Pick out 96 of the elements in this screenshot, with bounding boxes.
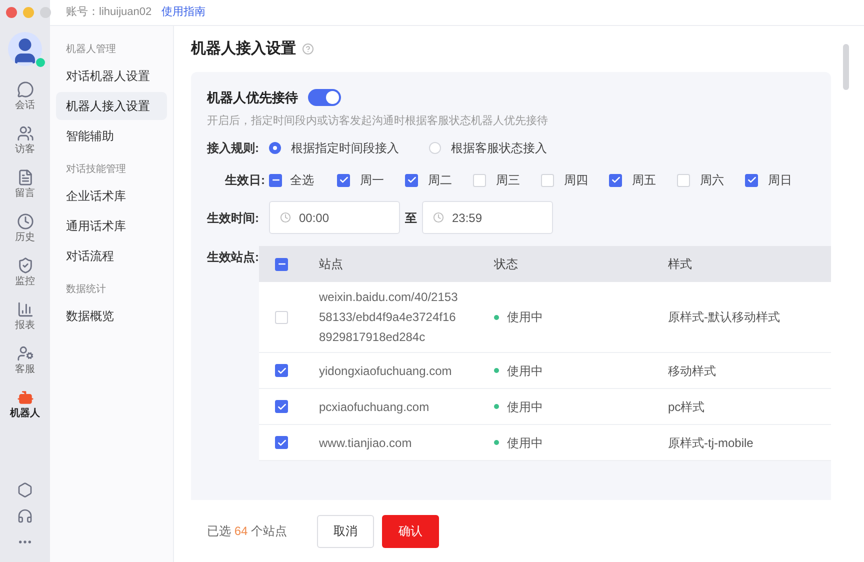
settings-icon[interactable] [17,482,33,498]
checkbox-label: 全选 [290,172,314,189]
users-icon [16,124,34,142]
checkbox[interactable] [275,310,288,324]
page-title: 机器人接入设置 [191,38,296,59]
sidebar-group-title: 对话技能管理 [65,162,127,176]
rail-nav-item[interactable]: 历史 [3,209,47,247]
guide-link[interactable]: 使用指南 [162,4,206,21]
site-url: yidongxiaofuchuang.com [319,362,453,380]
selected-count-text: 已选 64 个站点 [207,523,288,540]
priority-description: 开启后，指定时间段内或访客发起沟通时根据客服状态机器人优先接待 [207,114,549,128]
scrollbar [843,44,849,90]
headset-icon[interactable] [17,508,33,524]
sidebar-item[interactable]: 机器人接入设置 [56,92,167,120]
checkbox-label: 周四 [564,172,588,189]
radio-label: 根据客服状态接入 [451,140,547,157]
site-url: www.tianjiao.com [319,434,413,452]
end-time-field[interactable]: 23:59 [422,201,553,234]
bar-chart-icon [16,300,34,318]
status-text: 使用中 [507,309,543,326]
check-icon [276,402,286,412]
checkbox-label: 周二 [428,172,452,189]
clock-icon [280,212,291,223]
sidebar-item[interactable]: 对话机器人设置 [56,62,167,90]
column-header: 样式 [668,256,693,273]
style-name: 原样式-默认移动样式 [668,309,780,326]
checkbox[interactable] [541,174,554,186]
check-icon [338,175,348,185]
column-header: 状态 [494,256,519,273]
user-icon [16,344,34,362]
check-icon [276,438,286,448]
start-time-field[interactable]: 00:00 [269,201,400,234]
rail-nav-item[interactable]: 客服 [3,341,47,379]
style-name: 原样式-tj-mobile [668,434,754,452]
checkbox[interactable] [677,174,690,186]
rail-nav-item[interactable]: 访客 [3,121,47,159]
check-icon [610,175,620,185]
time-separator: 至 [405,210,417,226]
style-name: pc样式 [668,398,705,416]
checkbox[interactable] [609,174,622,186]
checkbox[interactable] [473,174,486,186]
checkbox[interactable] [275,364,288,377]
rail-nav-item[interactable]: 机器人 [3,385,47,423]
priority-label: 机器人优先接待 [207,89,298,107]
checkbox[interactable] [275,436,288,449]
cancel-button[interactable]: 取消 [317,514,374,548]
checkbox[interactable] [745,174,758,186]
check-icon [406,175,416,185]
sidebar-group-title: 机器人管理 [65,42,117,56]
account-label: 账号：lihuijuan02 [66,5,152,20]
rule-label: 接入规则: [207,140,260,157]
checkbox-label: 周五 [632,172,656,189]
sidebar-item[interactable]: 对话流程 [56,242,167,270]
checkbox[interactable] [405,174,418,186]
checkbox[interactable] [275,258,288,270]
time-label: 生效时间: [207,210,260,226]
status-text: 使用中 [507,434,543,452]
radio-button[interactable] [429,142,441,154]
chat-icon [16,80,34,98]
sidebar-item[interactable]: 通用话术库 [56,212,167,240]
close-window-button[interactable] [6,7,17,18]
checkbox-label: 周一 [360,172,384,189]
sidebar-item[interactable]: 数据概览 [56,302,167,330]
checkbox-label: 周日 [768,172,792,189]
radio-label: 根据指定时间段接入 [291,140,399,157]
sidebar-item[interactable]: 智能辅助 [56,122,167,150]
clock-icon [16,212,34,230]
status-text: 使用中 [507,362,543,380]
avatar[interactable] [8,32,42,66]
note-icon [16,168,34,186]
site-url: pcxiaofuchuang.com [319,398,430,416]
sites-label: 生效站点: [207,249,259,266]
checkbox-label: 周六 [700,172,724,189]
checkbox[interactable] [337,174,350,186]
check-icon [276,366,286,376]
checkbox[interactable] [275,400,288,413]
confirm-button[interactable]: 确认 [382,514,440,548]
rail-nav-item[interactable]: 监控 [3,253,47,291]
site-url: weixin.baidu.com/40/215358133/ebd4f9a4e3724f168929817918ed284c [319,289,459,346]
sidebar-item[interactable]: 企业话术库 [56,182,167,210]
robot-icon [16,388,34,406]
status-text: 使用中 [507,398,543,416]
rail-nav-item[interactable]: 报表 [3,297,47,335]
rail-nav-item[interactable]: 会话 [3,77,47,115]
radio-button[interactable] [269,142,281,154]
sidebar-group-title: 数据统计 [65,282,107,296]
toggle-switch[interactable] [308,89,341,106]
checkbox[interactable] [269,174,282,186]
check-icon [746,175,756,185]
clock-icon [433,212,444,223]
style-name: 移动样式 [668,362,716,380]
rail-nav-item[interactable]: 留言 [3,165,47,203]
days-label: 生效日: [224,172,266,189]
column-header: 站点 [319,256,344,273]
shield-icon [16,256,34,274]
checkbox-label: 周三 [496,172,520,189]
